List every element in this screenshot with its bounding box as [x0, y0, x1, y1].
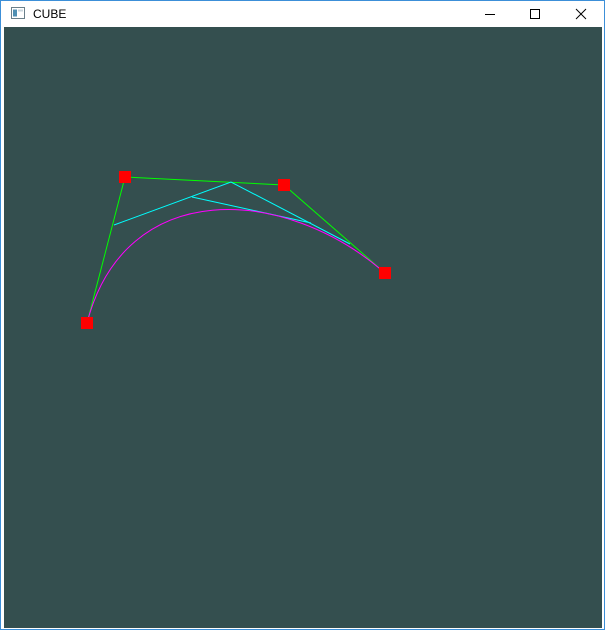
control-point-1[interactable] — [81, 317, 93, 329]
control-point-3[interactable] — [278, 179, 290, 191]
window-title: CUBE — [33, 7, 67, 21]
close-button[interactable] — [558, 1, 604, 27]
control-point-2[interactable] — [119, 171, 131, 183]
title-bar[interactable]: CUBE — [1, 1, 604, 27]
close-icon — [575, 8, 587, 20]
maximize-button[interactable] — [512, 1, 558, 27]
minimize-icon — [485, 14, 495, 15]
maximize-icon — [530, 9, 540, 19]
app-window: CUBE — [0, 0, 605, 630]
minimize-button[interactable] — [467, 1, 513, 27]
control-point-4[interactable] — [379, 267, 391, 279]
render-canvas[interactable] — [4, 27, 602, 628]
canvas-background — [4, 27, 602, 628]
app-icon — [11, 7, 25, 19]
